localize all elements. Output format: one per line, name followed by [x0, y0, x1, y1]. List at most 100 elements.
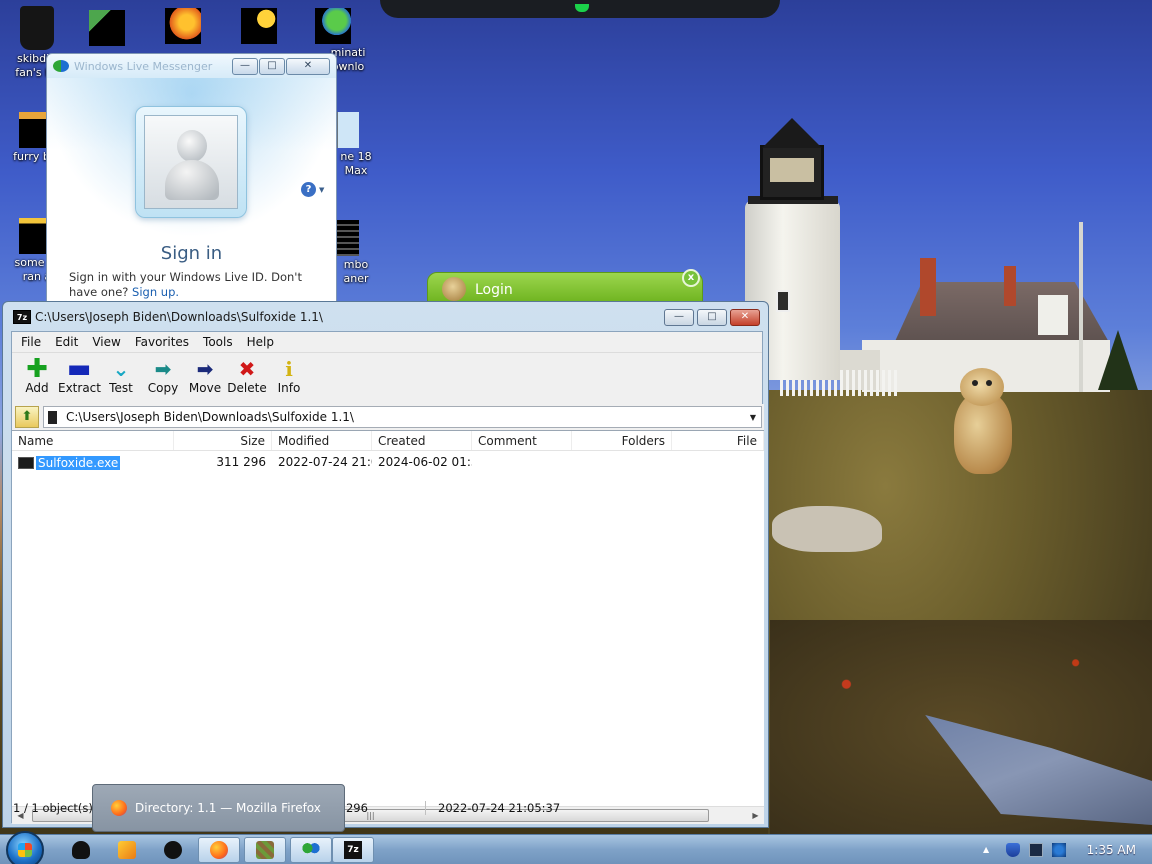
check-chevron-icon: ⌄: [112, 357, 130, 381]
messenger-window[interactable]: Windows Live Messenger — □ ✕ ? ▼ Sign in…: [46, 53, 337, 309]
media-player-icon: [118, 841, 136, 859]
up-folder-button[interactable]: ⬆: [15, 406, 39, 428]
help-icon: ?: [301, 182, 316, 197]
taskbar-item-messenger[interactable]: [290, 837, 332, 863]
taskbar-item-media[interactable]: [106, 837, 148, 863]
desktop-icon-sun[interactable]: [222, 8, 296, 46]
firefox-icon: [111, 800, 127, 816]
sign-up-link[interactable]: Sign up.: [132, 285, 179, 299]
close-icon[interactable]: x: [682, 269, 700, 287]
display-icon[interactable]: [1029, 843, 1043, 857]
help-menu[interactable]: ? ▼: [301, 182, 324, 197]
delete-button[interactable]: ✖ Delete: [226, 353, 268, 395]
wallpaper-chimney: [920, 258, 936, 316]
7zip-titlebar[interactable]: 7z C:\Users\Joseph Biden\Downloads\Sulfo…: [3, 302, 768, 332]
gopher-icon: [442, 277, 466, 301]
login-popup[interactable]: Login x: [427, 269, 703, 304]
column-comment[interactable]: Comment: [472, 431, 572, 450]
taskbar-item-firefox[interactable]: [198, 837, 240, 863]
taskbar-item-7zip[interactable]: 7z: [332, 837, 374, 863]
taskbar-item-app2[interactable]: [152, 837, 194, 863]
menu-favorites[interactable]: Favorites: [128, 335, 196, 349]
start-button[interactable]: [6, 831, 44, 864]
shield-icon[interactable]: [1006, 843, 1020, 857]
desktop-icon-label: Max: [344, 164, 368, 177]
messenger-icon: [302, 841, 320, 859]
messenger-buddy-icon: [53, 60, 69, 72]
file-modified: 2022-07-24 21:05: [278, 455, 372, 469]
7zip-window[interactable]: 7z C:\Users\Joseph Biden\Downloads\Sulfo…: [2, 301, 769, 828]
taskbar-item-minecraft[interactable]: [244, 837, 286, 863]
gopher-mascot[interactable]: [942, 368, 1022, 480]
file-list[interactable]: Name Size Modified Created Comment Folde…: [12, 430, 764, 806]
firefox-taskbar-tooltip[interactable]: Directory: 1.1 — Mozilla Firefox: [92, 784, 345, 832]
toolbar: ✚ Add ▬ Extract ⌄ Test ➡ Copy ➡ Move ✖ D…: [12, 352, 762, 400]
desktop-icon-firefox[interactable]: [146, 8, 220, 46]
info-button[interactable]: i Info: [268, 353, 310, 395]
clock[interactable]: 1:35 AM: [1087, 843, 1136, 857]
user-silhouette-icon: [177, 130, 207, 162]
tooltip-text: Directory: 1.1 — Mozilla Firefox: [135, 801, 321, 815]
menu-view[interactable]: View: [85, 335, 127, 349]
move-button[interactable]: ➡ Move: [184, 353, 226, 395]
chevron-up-icon[interactable]: ▲: [983, 843, 997, 857]
wallpaper-chimney: [1004, 266, 1016, 306]
avatar[interactable]: [135, 106, 247, 218]
table-row[interactable]: Sulfoxide.exe 311 296 2022-07-24 21:05 2…: [12, 453, 764, 473]
wallpaper-dormer: [1038, 295, 1068, 335]
messenger-titlebar[interactable]: Windows Live Messenger — □ ✕: [47, 54, 336, 78]
address-bar: ⬆ C:\Users\Joseph Biden\Downloads\Sulfox…: [12, 404, 764, 430]
close-button[interactable]: ✕: [286, 57, 330, 75]
column-headers: Name Size Modified Created Comment Folde…: [12, 431, 764, 451]
lighthouse-glass: [770, 158, 814, 182]
file-created: 2024-06-02 01:34: [378, 455, 472, 469]
network-icon[interactable]: [1052, 843, 1066, 857]
address-field[interactable]: C:\Users\Joseph Biden\Downloads\Sulfoxid…: [43, 406, 762, 428]
minecraft-icon: [256, 841, 274, 859]
window-title: C:\Users\Joseph Biden\Downloads\Sulfoxid…: [35, 310, 323, 324]
file-size: 311 296: [216, 455, 266, 469]
taskbar: 7z ▲ 1:35 AM: [0, 831, 1152, 864]
minimize-button[interactable]: —: [232, 57, 258, 75]
column-size[interactable]: Size: [174, 431, 272, 450]
firefox-icon: [165, 8, 201, 44]
add-button[interactable]: ✚ Add: [16, 353, 58, 395]
chevron-down-icon[interactable]: ▼: [745, 413, 761, 422]
notch-indicator-icon: [575, 4, 589, 12]
sign-in-description: Sign in with your Windows Live ID. Don't…: [69, 270, 329, 300]
test-button[interactable]: ⌄ Test: [100, 353, 142, 395]
column-folders[interactable]: Folders: [572, 431, 672, 450]
firefox-icon: [210, 841, 228, 859]
extract-button[interactable]: ▬ Extract: [58, 353, 101, 395]
minus-icon: ▬: [66, 354, 92, 384]
file-name[interactable]: Sulfoxide.exe: [36, 456, 121, 470]
chevron-down-icon: ▼: [319, 185, 325, 194]
file-files: [672, 453, 764, 473]
avatar-picture: [144, 115, 238, 209]
minimize-button[interactable]: —: [664, 308, 694, 326]
column-modified[interactable]: Modified: [272, 431, 372, 450]
copy-button[interactable]: ➡ Copy: [142, 353, 184, 395]
desktop-icon-folder[interactable]: [70, 10, 144, 48]
file-folders: [572, 453, 672, 473]
taskbar-item-app[interactable]: [60, 837, 102, 863]
menu-edit[interactable]: Edit: [48, 335, 85, 349]
column-name[interactable]: Name: [12, 431, 174, 450]
lighthouse-roof: [762, 118, 822, 148]
maximize-button[interactable]: □: [697, 308, 727, 326]
menu-help[interactable]: Help: [240, 335, 281, 349]
move-label: Move: [188, 381, 222, 395]
menu-file[interactable]: File: [14, 335, 48, 349]
maximize-button[interactable]: □: [259, 57, 285, 75]
add-label: Add: [25, 381, 49, 395]
login-label[interactable]: Login: [475, 282, 513, 298]
column-created[interactable]: Created: [372, 431, 472, 450]
globe-icon: [315, 8, 351, 44]
address-text[interactable]: C:\Users\Joseph Biden\Downloads\Sulfoxid…: [66, 410, 745, 424]
7zip-client-area: File Edit View Favorites Tools Help ✚ Ad…: [11, 331, 764, 824]
column-files[interactable]: File: [672, 431, 764, 450]
windows-logo-icon: [18, 843, 32, 857]
close-button[interactable]: ✕: [730, 308, 760, 326]
menu-tools[interactable]: Tools: [196, 335, 240, 349]
copy-label: Copy: [147, 381, 179, 395]
